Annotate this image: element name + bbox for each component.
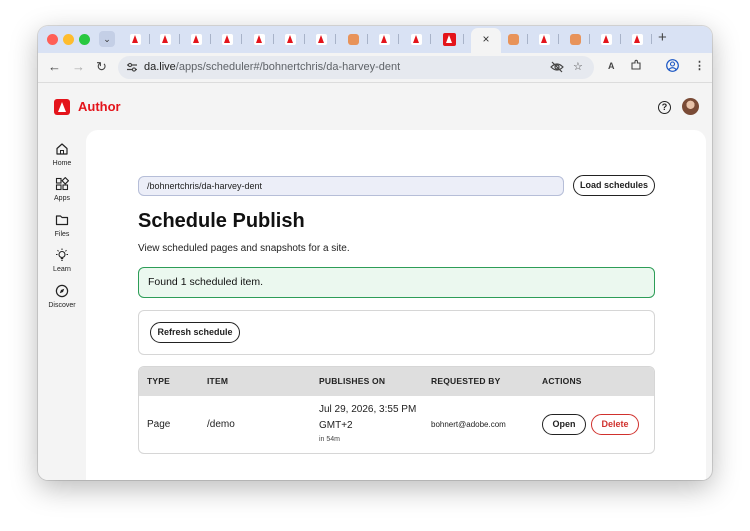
adobe-favicon-icon (538, 33, 550, 45)
app-favicon-icon (347, 33, 359, 45)
side-nav: Home Apps Files Learn Discover (38, 130, 86, 480)
browser-tab[interactable] (498, 30, 528, 48)
compass-icon (55, 284, 69, 298)
adobe-favicon-icon (631, 33, 643, 45)
browser-toolbar: ← → ↻ da.live/apps/scheduler#/bohnertchr… (38, 53, 712, 83)
adobe-favicon-icon (410, 33, 422, 45)
adobe-favicon-icon (159, 33, 171, 45)
nav-label-learn: Learn (53, 266, 71, 273)
profile-icon[interactable] (666, 59, 679, 72)
browser-tab[interactable] (244, 30, 274, 48)
browser-tab[interactable] (591, 30, 621, 48)
adobe-favicon-icon (600, 33, 612, 45)
extensions-puzzle-icon[interactable] (630, 59, 642, 71)
browser-tab[interactable] (212, 30, 242, 48)
page-title: Schedule Publish (138, 210, 305, 232)
adobe-favicon-icon (442, 32, 456, 46)
open-button[interactable]: Open (542, 414, 586, 435)
adobe-favicon-icon (284, 33, 296, 45)
refresh-schedule-button[interactable]: Refresh schedule (150, 322, 240, 343)
nav-label-discover: Discover (48, 302, 76, 309)
site-info-icon[interactable] (126, 61, 138, 73)
adobe-favicon-icon (129, 33, 141, 45)
column-header-publishes-on: PUBLISHES ON (319, 376, 386, 386)
cell-type: Page (147, 419, 171, 430)
url-path: /apps/scheduler#/bohnertchris/da-harvey-… (175, 61, 401, 73)
nav-item-home[interactable]: Home (38, 142, 86, 167)
adobe-logo-icon[interactable] (54, 99, 70, 115)
help-icon[interactable]: ? (658, 101, 671, 114)
delete-button[interactable]: Delete (591, 414, 639, 435)
nav-item-apps[interactable]: Apps (38, 177, 86, 202)
avatar[interactable] (682, 98, 699, 115)
extension-a-icon[interactable]: A (608, 61, 615, 71)
cell-requested-by: bohnert@adobe.com (431, 420, 506, 429)
browser-tab[interactable] (401, 30, 431, 48)
load-schedules-button[interactable]: Load schedules (573, 175, 655, 196)
tab-search-button[interactable]: ⌄ (99, 31, 115, 47)
minimize-window-button[interactable] (63, 34, 74, 45)
column-header-actions: ACTIONS (542, 376, 582, 386)
browser-tab[interactable] (181, 30, 211, 48)
app-favicon-icon (507, 33, 519, 45)
back-arrow-icon[interactable]: ← (48, 59, 61, 74)
browser-tab[interactable] (275, 30, 305, 48)
more-menu-icon[interactable]: ⋮ (694, 59, 705, 72)
main-content: Load schedules Schedule Publish View sch… (86, 130, 706, 480)
nav-label-home: Home (52, 160, 72, 167)
new-tab-button[interactable]: + (658, 29, 667, 46)
nav-label-files: Files (54, 231, 70, 238)
adobe-favicon-icon (378, 33, 390, 45)
browser-tab[interactable] (150, 30, 180, 48)
nav-item-files[interactable]: Files (38, 213, 86, 238)
column-header-requested-by: REQUESTED BY (431, 376, 501, 386)
cell-item: /demo (207, 419, 235, 430)
nav-item-discover[interactable]: Discover (38, 284, 86, 309)
apps-icon (55, 177, 69, 191)
folder-icon (55, 215, 69, 226)
nav-item-learn[interactable]: Learn (38, 248, 86, 273)
browser-tab[interactable] (529, 30, 559, 48)
browser-tab[interactable] (560, 30, 590, 48)
browser-tab[interactable] (306, 30, 336, 48)
lightbulb-icon (56, 248, 68, 261)
cell-publishes-on-timezone: GMT+2 (319, 420, 353, 431)
column-header-type: TYPE (147, 376, 171, 386)
schedule-table: TYPE ITEM PUBLISHES ON REQUESTED BY ACTI… (138, 366, 655, 454)
browser-tab[interactable] (369, 30, 399, 48)
adobe-favicon-icon (190, 33, 202, 45)
cell-publishes-on-date: Jul 29, 2026, 3:55 PM (319, 404, 417, 415)
browser-tab[interactable] (434, 30, 464, 48)
browser-tab[interactable] (622, 30, 652, 48)
adobe-favicon-icon (315, 33, 327, 45)
close-window-button[interactable] (47, 34, 58, 45)
home-icon (56, 143, 68, 155)
status-message: Found 1 scheduled item. (138, 267, 655, 298)
browser-window: ⌄ × + ← → ↻ da.live/apps/scheduler#/bohn… (38, 26, 712, 480)
adobe-favicon-icon (253, 33, 265, 45)
browser-tab[interactable] (338, 30, 368, 48)
forward-arrow-icon[interactable]: → (72, 59, 85, 74)
maximize-window-button[interactable] (79, 34, 90, 45)
app-header: Author ? (38, 84, 712, 130)
nav-label-apps: Apps (54, 195, 70, 202)
column-header-item: ITEM (207, 376, 229, 386)
refresh-panel: Refresh schedule (138, 310, 655, 355)
active-tab-close-button[interactable]: × (471, 28, 501, 53)
table-header: TYPE ITEM PUBLISHES ON REQUESTED BY ACTI… (139, 367, 654, 396)
bookmark-star-icon[interactable]: ☆ (573, 60, 583, 73)
app-favicon-icon (569, 33, 581, 45)
url-host: da.live (144, 61, 176, 73)
reload-icon[interactable]: ↻ (96, 59, 107, 75)
address-bar[interactable]: da.live/apps/scheduler#/bohnertchris/da-… (118, 56, 594, 79)
site-path-input[interactable] (138, 176, 564, 196)
adobe-favicon-icon (221, 33, 233, 45)
eye-off-icon[interactable] (550, 60, 564, 74)
tab-strip: ⌄ × + (38, 26, 712, 53)
browser-tab[interactable] (120, 30, 150, 48)
page-subtitle: View scheduled pages and snapshots for a… (138, 243, 350, 254)
app-title[interactable]: Author (78, 99, 121, 114)
url-text: da.live/apps/scheduler#/bohnertchris/da-… (144, 61, 400, 73)
cell-relative-time: in 54m (319, 436, 341, 443)
